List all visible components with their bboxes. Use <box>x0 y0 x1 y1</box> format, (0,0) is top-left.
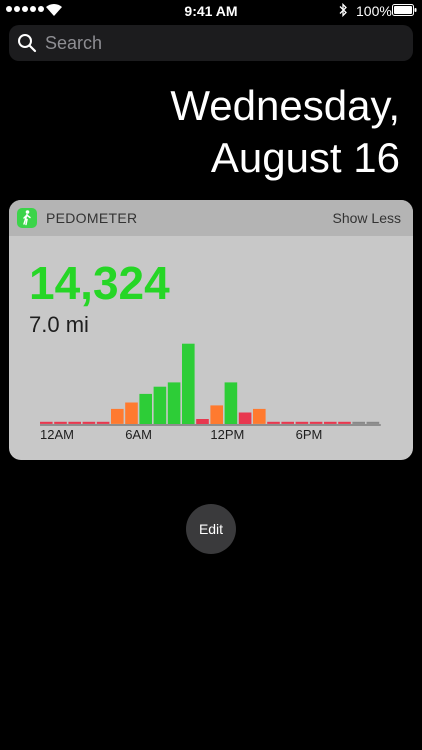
chart-bar <box>224 382 238 424</box>
date-weekday: Wednesday, <box>170 82 400 129</box>
status-bar: 9:41 AM 100% <box>0 0 422 22</box>
date-month-day: August 16 <box>210 134 400 181</box>
chart-bar <box>153 386 167 424</box>
chart-bar <box>167 382 181 424</box>
chart-bar <box>253 408 266 424</box>
chart-bar <box>309 421 323 424</box>
chart-bar <box>111 408 124 424</box>
hourly-steps-chart: 12AM 6AM 12PM 6PM <box>40 343 381 442</box>
battery-percentage: 100% <box>356 3 392 19</box>
search-icon <box>18 34 37 53</box>
chart-bar <box>68 421 81 424</box>
chart-bar <box>210 405 223 424</box>
chart-tick-label: 6PM <box>296 427 323 442</box>
chart-bar <box>281 421 294 424</box>
chart-bar <box>238 412 252 424</box>
date-display: Wednesday, August 16 <box>170 80 400 184</box>
chart-bar <box>54 421 67 424</box>
chart-bar <box>196 419 209 424</box>
chart-bar <box>82 421 96 424</box>
chart-bar <box>139 393 152 424</box>
search-input[interactable] <box>45 25 405 61</box>
chart-tick-label: 12AM <box>40 427 74 442</box>
bluetooth-icon <box>339 3 347 17</box>
battery-icon <box>392 4 417 16</box>
pedometer-widget[interactable]: PEDOMETER Show Less 14,324 7.0 mi 12AM 6A… <box>9 200 413 460</box>
chart-bar <box>125 402 138 424</box>
chart-bar <box>96 421 110 424</box>
chart-tick-label: 12PM <box>210 427 244 442</box>
chart-tick-label: 6AM <box>125 427 152 442</box>
chart-bar <box>324 421 337 424</box>
chart-bar <box>366 421 380 424</box>
chart-bar <box>352 421 365 424</box>
chart-bar <box>338 421 351 424</box>
chart-bar <box>295 421 309 424</box>
chart-bar <box>40 421 53 424</box>
search-bar[interactable] <box>9 25 413 61</box>
chart-bar <box>182 343 195 424</box>
edit-button[interactable]: Edit <box>186 504 236 554</box>
chart-bar <box>267 421 280 424</box>
